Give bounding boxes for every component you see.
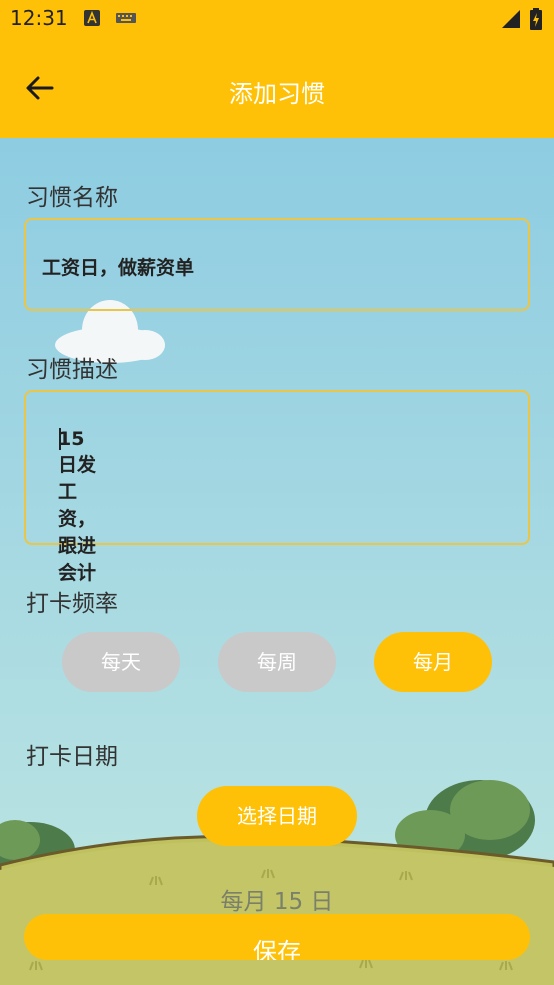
habit-name-input[interactable]: 工资日，做薪资单 [24,218,530,311]
selected-date-text: 每月 15 日 [220,889,334,915]
frequency-option-monthly[interactable]: 每月 [374,632,492,692]
checkin-date-label: 打卡日期 [26,744,118,770]
status-time: 12:31 [10,6,68,30]
frequency-label: 打卡频率 [26,591,118,617]
text-caret [59,428,61,450]
habit-name-value: 工资日，做薪资单 [42,257,195,279]
page-title: 添加习惯 [229,80,325,108]
app-bar: 添加习惯 [0,38,554,138]
save-button[interactable]: 保存 [24,914,530,960]
frequency-option-weekly[interactable]: 每周 [218,632,336,692]
signal-icon [502,10,520,28]
save-button-label: 保存 [253,938,301,960]
a-notification-icon [84,10,100,26]
habit-description-label: 习惯描述 [26,357,118,383]
habit-description-value: 15日发工资，跟进会计 [58,428,97,584]
habit-description-input[interactable]: 15日发工资，跟进会计 [24,390,530,584]
battery-icon [530,8,542,30]
keyboard-icon [116,13,136,23]
pick-date-button[interactable]: 选择日期 [197,786,357,846]
frequency-option-daily[interactable]: 每天 [62,632,180,692]
status-bar: 12:31 [0,0,554,38]
habit-name-label: 习惯名称 [26,185,118,211]
